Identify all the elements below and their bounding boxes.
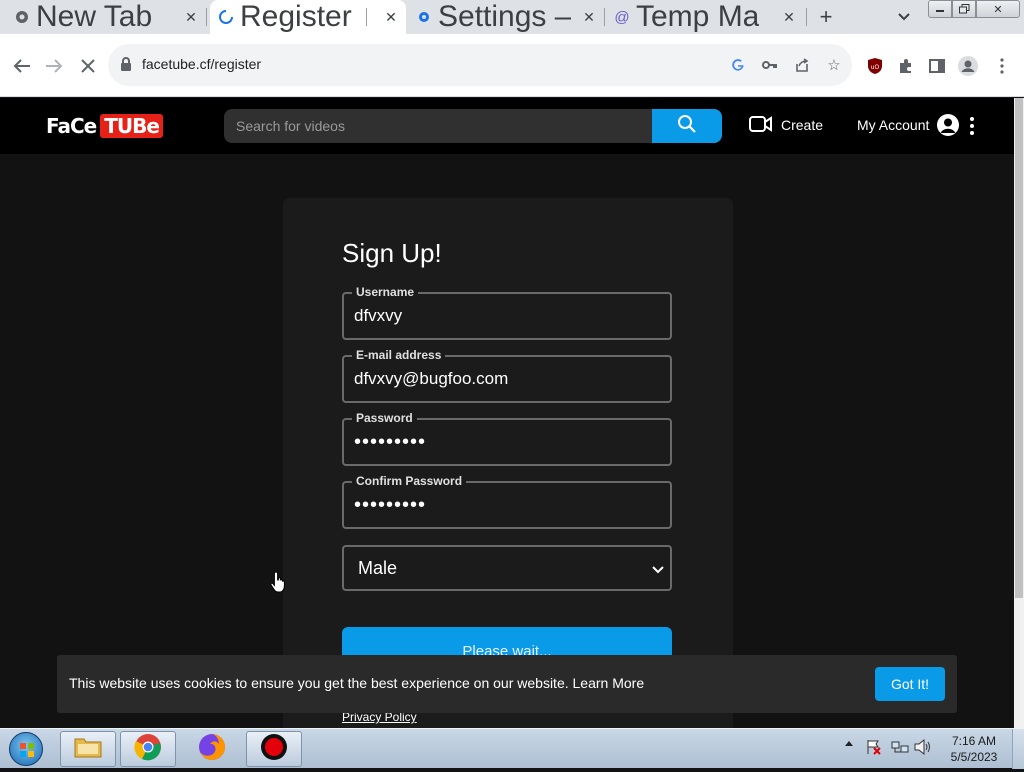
volume-speaker-icon[interactable]	[914, 739, 932, 755]
svg-text:uO: uO	[871, 64, 880, 71]
firefox-icon	[197, 732, 227, 767]
ublock-origin-icon[interactable]: uO	[864, 55, 886, 77]
back-arrow-icon[interactable]	[10, 54, 34, 78]
password-label: Password	[352, 411, 417, 425]
gender-select[interactable]: Male	[342, 545, 672, 591]
lock-icon[interactable]	[120, 57, 132, 71]
tab-title: Temp Ma	[636, 0, 760, 33]
facetube-logo[interactable]: FaCe TUBe	[46, 112, 163, 140]
google-icon[interactable]	[728, 55, 748, 75]
create-button[interactable]: Create	[749, 114, 823, 136]
extensions-puzzle-icon[interactable]	[895, 55, 917, 77]
tab-temp-mail[interactable]: @ Temp Ma ✕	[614, 0, 804, 34]
site-header: FaCe TUBe Create My Account	[0, 98, 1014, 154]
close-window-button[interactable]: ✕	[976, 0, 1020, 18]
email-input[interactable]	[354, 367, 654, 391]
username-label: Username	[352, 285, 419, 299]
url-text[interactable]: facetube.cf/register	[142, 56, 261, 72]
restore-window-button[interactable]	[952, 0, 976, 18]
confirm-password-input[interactable]	[354, 493, 654, 517]
new-tab-button[interactable]: +	[815, 4, 837, 29]
browser-menu-icon[interactable]	[991, 55, 1013, 77]
email-label: E-mail address	[352, 348, 446, 362]
tab-title: Settings –	[438, 0, 572, 33]
bookmark-star-icon[interactable]: ☆	[824, 55, 844, 75]
forward-arrow-icon[interactable]	[42, 54, 66, 78]
stop-loading-icon[interactable]	[76, 54, 100, 78]
browser-toolbar: facetube.cf/register ☆ uO	[0, 34, 1024, 97]
search-box	[224, 109, 652, 143]
close-tab-icon[interactable]: ✕	[780, 8, 798, 26]
more-options-icon[interactable]	[967, 115, 977, 137]
profile-avatar-icon[interactable]	[957, 55, 979, 77]
side-panel-icon[interactable]	[926, 55, 948, 77]
search-icon	[677, 114, 697, 139]
windows-logo-icon	[9, 732, 43, 766]
action-center-flag-icon[interactable]	[866, 739, 882, 755]
network-icon[interactable]	[891, 739, 909, 755]
record-icon	[260, 733, 288, 766]
my-account-label: My Account	[857, 117, 930, 133]
close-tab-icon[interactable]: ✕	[382, 8, 400, 26]
taskbar-chrome[interactable]	[120, 731, 176, 767]
password-input[interactable]	[354, 430, 654, 454]
taskbar-file-explorer[interactable]	[60, 731, 116, 767]
clock-time: 7:16 AM	[951, 734, 997, 748]
cookie-consent-bar: This website uses cookies to ensure you …	[57, 655, 957, 713]
close-tab-icon[interactable]: ✕	[182, 8, 200, 26]
chrome-icon	[14, 9, 30, 25]
key-icon[interactable]	[760, 55, 780, 75]
loading-spinner-icon	[218, 9, 234, 25]
at-sign-icon: @	[614, 8, 630, 26]
tab-new-tab[interactable]: New Tab ✕	[14, 0, 204, 34]
video-camera-icon	[749, 115, 773, 136]
close-tab-icon[interactable]: ✕	[580, 8, 598, 26]
browser-tab-strip: New Tab ✕ Register ✕ Settings – ✕ @ Temp…	[0, 0, 1024, 34]
cookie-message: This website uses cookies to ensure you …	[69, 675, 645, 691]
tab-settings[interactable]: Settings – ✕	[416, 0, 602, 34]
chrome-icon	[134, 733, 162, 766]
tab-title: Register	[240, 0, 352, 33]
scrollbar-thumb[interactable]	[1015, 98, 1023, 598]
show-hidden-icons-arrow-icon[interactable]	[844, 739, 854, 747]
address-bar[interactable]: facetube.cf/register ☆	[108, 44, 852, 86]
gear-icon	[416, 9, 432, 25]
system-clock[interactable]: 7:16 AM 5/5/2023	[942, 733, 1006, 765]
confirm-password-label: Confirm Password	[352, 474, 467, 488]
tab-search-chevron-icon[interactable]	[895, 8, 913, 26]
search-button[interactable]	[652, 109, 722, 143]
got-it-button[interactable]: Got It!	[875, 667, 945, 701]
tab-title: New Tab	[36, 0, 153, 33]
search-input[interactable]	[224, 109, 652, 143]
chevron-down-icon	[652, 561, 664, 577]
windows-taskbar: 7:16 AM 5/5/2023	[0, 728, 1024, 769]
share-icon[interactable]	[792, 55, 812, 75]
my-account-button[interactable]: My Account	[857, 112, 960, 138]
minimize-window-button[interactable]	[928, 0, 952, 18]
gender-selected-value: Male	[358, 557, 398, 578]
user-avatar-icon	[937, 114, 960, 136]
taskbar-firefox[interactable]	[184, 731, 240, 767]
username-input[interactable]	[354, 304, 654, 328]
email-field: E-mail address	[342, 348, 672, 403]
create-label: Create	[781, 117, 824, 133]
start-button[interactable]	[6, 730, 46, 768]
page-scrollbar[interactable]	[1014, 98, 1024, 728]
taskbar-screen-recorder[interactable]	[246, 731, 302, 767]
page-title: Sign Up!	[342, 238, 442, 268]
show-desktop-button[interactable]	[1012, 729, 1024, 769]
hand-cursor-icon	[270, 571, 288, 593]
username-field: Username	[342, 285, 672, 340]
confirm-password-field: Confirm Password	[342, 474, 672, 529]
password-field: Password	[342, 411, 672, 466]
tab-register[interactable]: Register ✕	[210, 0, 406, 34]
folder-icon	[73, 735, 103, 764]
clock-date: 5/5/2023	[950, 750, 998, 764]
